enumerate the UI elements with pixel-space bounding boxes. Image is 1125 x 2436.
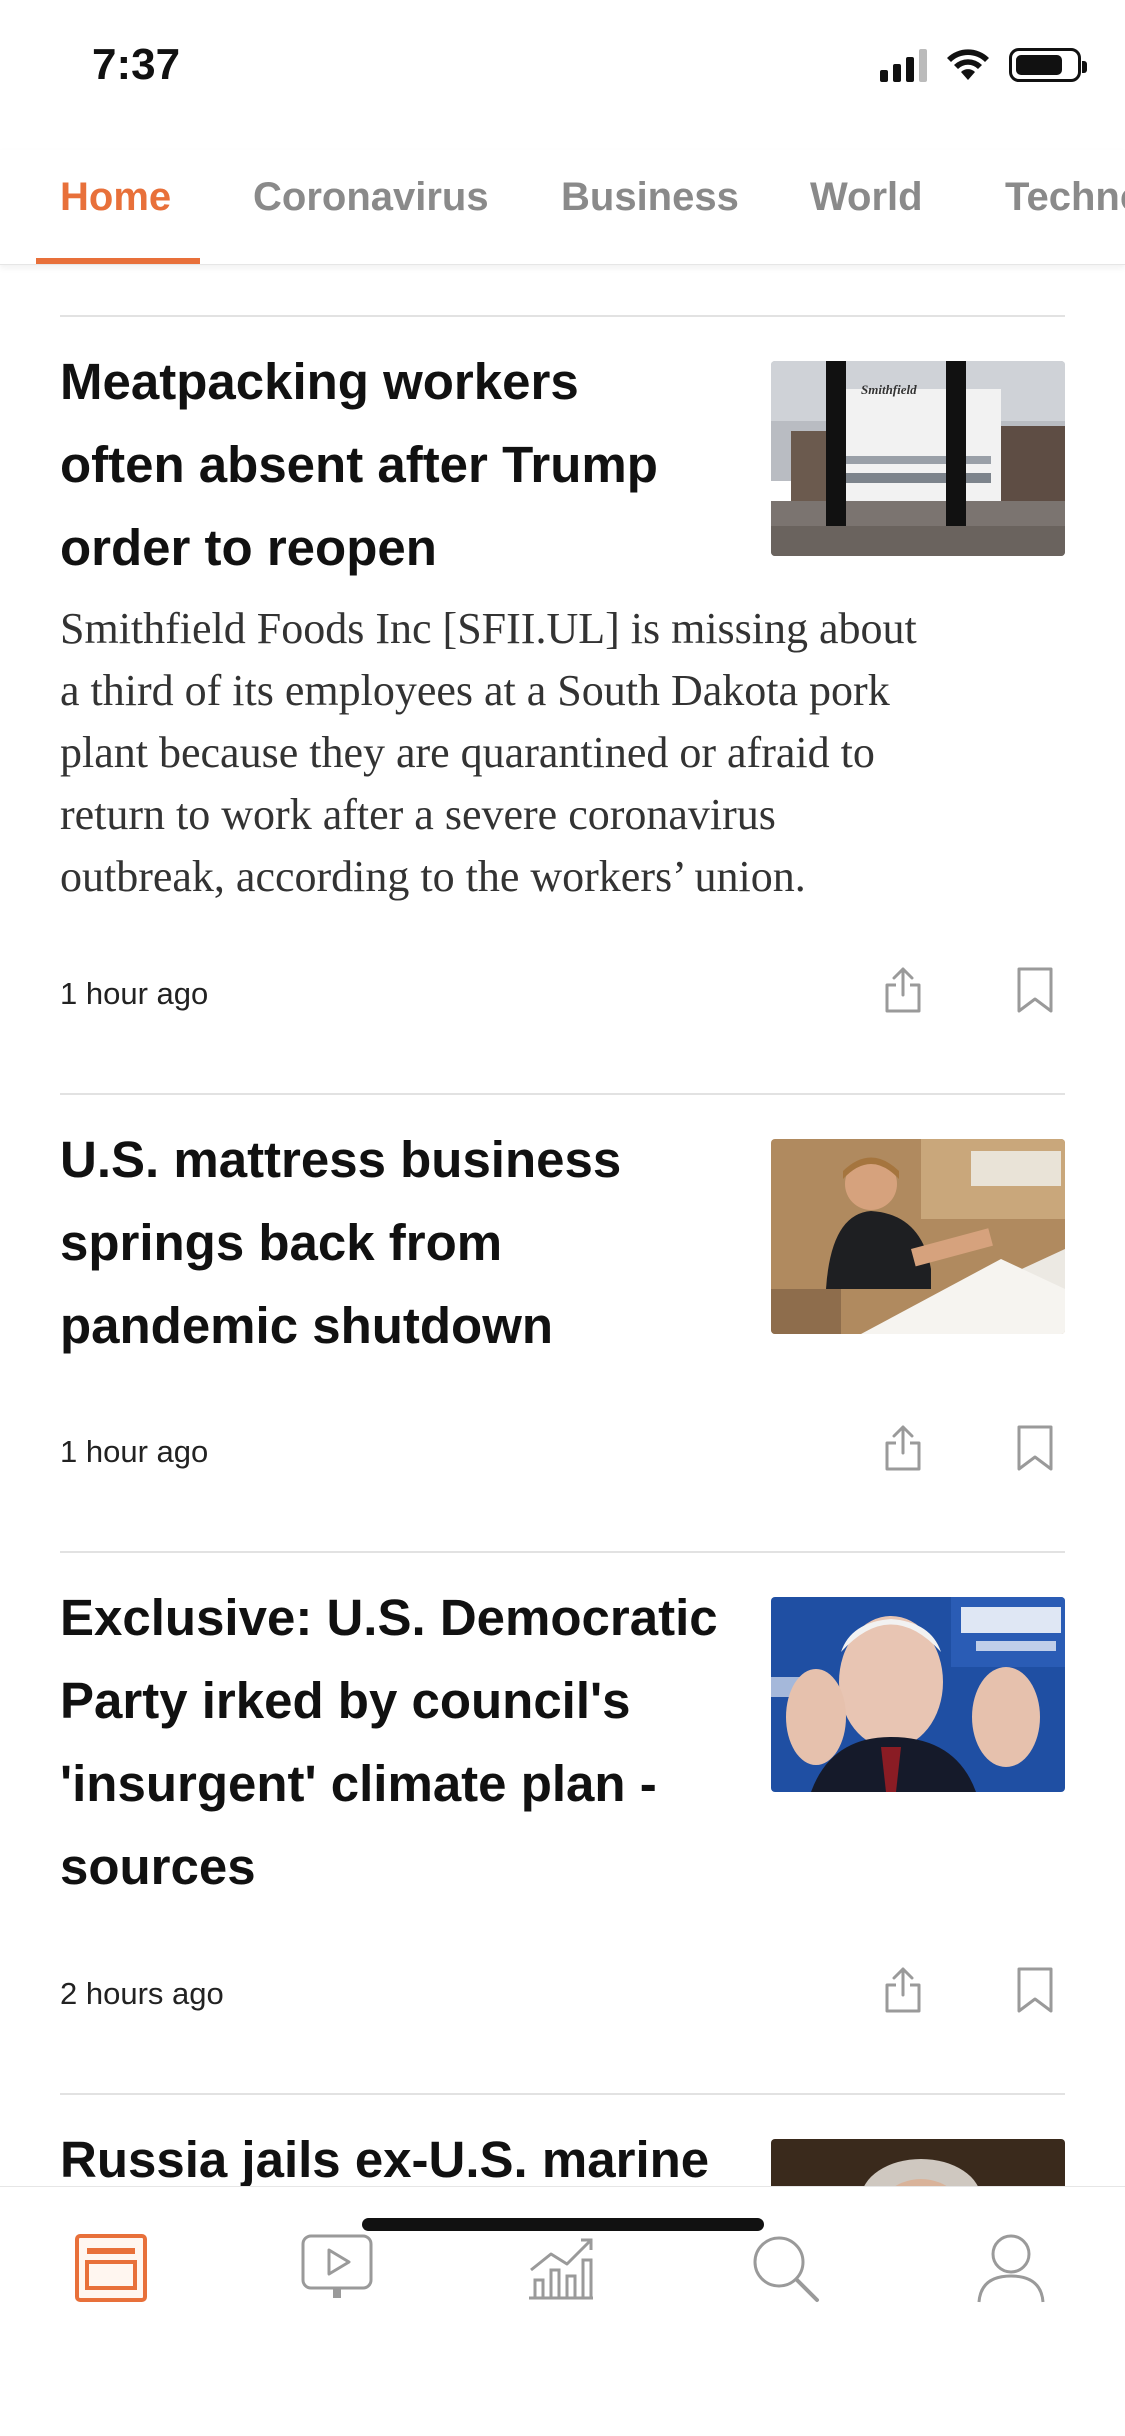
article-timestamp: 2 hours ago	[60, 1976, 224, 2011]
divider	[60, 315, 1065, 317]
tab-technology[interactable]: Techno	[1005, 175, 1125, 220]
news-feed[interactable]: Meatpacking workers often absent after T…	[0, 266, 1125, 2186]
status-time: 7:37	[92, 40, 181, 89]
nav-news-feed[interactable]	[66, 2223, 156, 2313]
nav-markets[interactable]	[516, 2223, 606, 2313]
article-thumbnail[interactable]	[771, 1139, 1065, 1334]
tab-coronavirus[interactable]: Coronavirus	[253, 175, 489, 220]
share-button[interactable]	[873, 1418, 933, 1478]
markets-chart-icon	[529, 2238, 593, 2300]
wifi-icon	[947, 49, 989, 80]
video-icon	[301, 2234, 373, 2298]
tab-business[interactable]: Business	[561, 175, 739, 220]
article-thumbnail[interactable]	[771, 2139, 1065, 2186]
article-thumbnail[interactable]: Smithfield	[771, 361, 1065, 556]
article-thumbnail[interactable]	[771, 1597, 1065, 1792]
section-tabs: Home Coronavirus Business World Techno	[0, 150, 1125, 265]
search-icon	[753, 2236, 819, 2302]
share-button[interactable]	[873, 1960, 933, 2020]
home-indicator[interactable]	[362, 2218, 764, 2231]
active-tab-indicator	[36, 258, 200, 264]
nav-profile[interactable]	[966, 2223, 1056, 2313]
signal-icon	[880, 48, 927, 82]
bookmark-icon	[1017, 1425, 1053, 1471]
bookmark-button[interactable]	[1005, 1418, 1065, 1478]
article-headline[interactable]: Russia jails ex-U.S. marine	[60, 2118, 760, 2186]
battery-icon	[1009, 48, 1087, 82]
share-icon	[885, 1425, 921, 1471]
svg-text:Smithfield: Smithfield	[861, 382, 917, 397]
tab-world[interactable]: World	[810, 175, 923, 220]
profile-icon	[977, 2234, 1045, 2303]
article-summary: Smithfield Foods Inc [SFII.UL] is missin…	[60, 604, 917, 901]
article-headline[interactable]: Exclusive: U.S. Democratic Party irked b…	[60, 1576, 760, 1908]
bookmark-icon	[1017, 1967, 1053, 2013]
news-feed-icon	[75, 2234, 147, 2302]
divider	[60, 1551, 1065, 1553]
tab-home[interactable]: Home	[60, 175, 171, 220]
status-bar: 7:37	[0, 0, 1125, 140]
article-timestamp: 1 hour ago	[60, 1434, 209, 1469]
divider	[60, 2093, 1065, 2095]
article-timestamp: 1 hour ago	[60, 976, 209, 1011]
nav-video[interactable]	[292, 2223, 382, 2313]
share-icon	[885, 967, 921, 1013]
bookmark-icon	[1017, 967, 1053, 1013]
bookmark-button[interactable]	[1005, 960, 1065, 1020]
article-headline[interactable]: Meatpacking workers often absent after T…	[60, 340, 750, 589]
article-headline[interactable]: U.S. mattress business springs back from…	[60, 1118, 750, 1367]
status-icons	[880, 48, 1087, 82]
nav-search[interactable]	[740, 2223, 830, 2313]
divider	[60, 1093, 1065, 1095]
share-button[interactable]	[873, 960, 933, 1020]
share-icon	[885, 1967, 921, 2013]
bookmark-button[interactable]	[1005, 1960, 1065, 2020]
